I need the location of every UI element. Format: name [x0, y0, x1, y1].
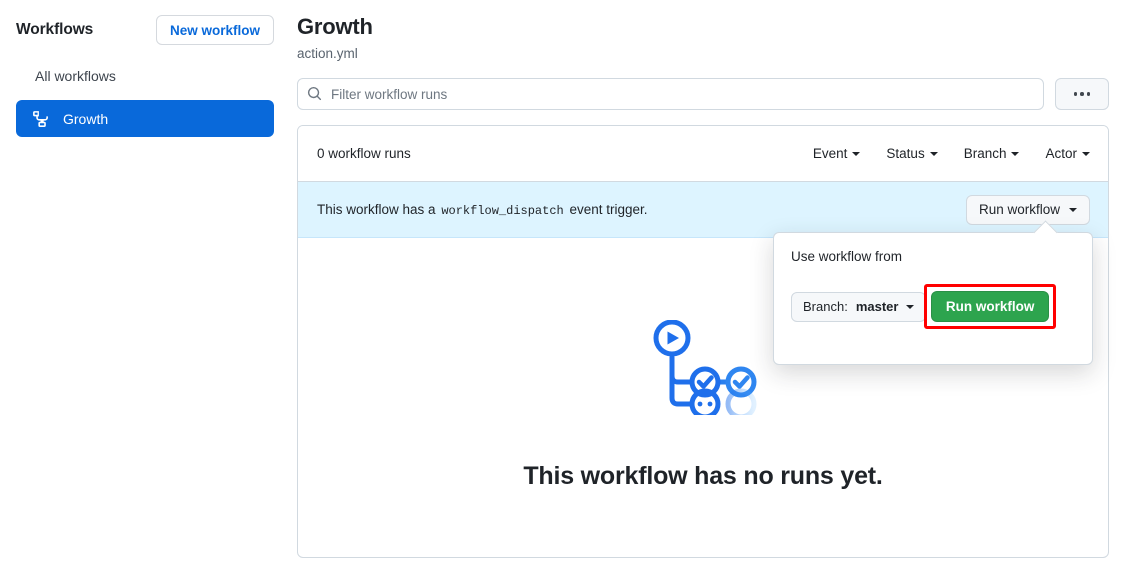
more-options-button[interactable] — [1055, 78, 1109, 110]
sidebar-item-growth[interactable]: Growth — [16, 100, 274, 137]
sidebar-item-all-workflows[interactable]: All workflows — [16, 59, 274, 92]
page-title: Growth — [297, 14, 373, 39]
chevron-down-icon — [1011, 151, 1020, 156]
workflows-sidebar: Workflows New workflow All workflows Gro… — [0, 0, 290, 581]
filter-branch-label: Branch — [963, 146, 1007, 161]
chevron-down-icon — [1082, 151, 1090, 156]
filter-status[interactable]: Status — [886, 146, 938, 161]
chevron-down-icon — [1069, 207, 1077, 212]
run-workflow-submit-highlight: Run workflow — [923, 284, 1056, 329]
workflow-runs-illustration-icon — [648, 319, 758, 420]
sidebar-item-label: Growth — [63, 110, 109, 127]
filter-status-label: Status — [886, 146, 925, 161]
runs-filter-group: Event Status Branch Actor — [813, 146, 1090, 161]
dispatch-text-after: event trigger. — [569, 201, 648, 217]
kebab-dot-icon — [1080, 92, 1084, 96]
workflow-runs-count: 0 workflow runs — [317, 146, 411, 161]
sidebar-header: Workflows New workflow — [16, 14, 274, 46]
filter-row — [297, 78, 1109, 110]
kebab-dot-icon — [1073, 92, 1078, 96]
filter-actor[interactable]: Actor — [1045, 146, 1090, 161]
filter-event[interactable]: Event — [813, 146, 861, 161]
search-box — [297, 78, 1044, 110]
workflow-dispatch-banner: This workflow has a workflow_dispatch ev… — [298, 182, 1108, 238]
dispatch-banner-text: This workflow has a workflow_dispatch ev… — [317, 202, 648, 218]
dispatch-event-code: workflow_dispatch — [441, 203, 564, 218]
workflow-runs-page: Workflows New workflow All workflows Gro… — [0, 0, 1127, 581]
filter-branch[interactable]: Branch — [964, 146, 1020, 161]
workflow-file-name: action.yml — [297, 46, 358, 61]
dispatch-text-before: This workflow has a — [317, 201, 436, 217]
run-workflow-dropdown-label: Run workflow — [978, 202, 1060, 217]
filter-actor-label: Actor — [1045, 146, 1077, 161]
branch-selector-prefix: Branch: — [803, 299, 848, 314]
workflow-icon — [32, 110, 49, 127]
run-workflow-submit-button[interactable]: Run workflow — [930, 291, 1050, 322]
runs-header: 0 workflow runs Event Status Branch Acto… — [298, 126, 1108, 182]
empty-state-title: This workflow has no runs yet. — [523, 462, 883, 490]
sidebar-title: Workflows — [16, 21, 94, 38]
chevron-down-icon — [929, 151, 938, 156]
use-workflow-from-label: Use workflow from — [791, 249, 903, 264]
kebab-dot-icon — [1086, 92, 1091, 96]
new-workflow-button[interactable]: New workflow — [155, 15, 274, 45]
branch-selector-value: master — [855, 299, 899, 314]
chevron-down-icon — [906, 304, 915, 309]
filter-event-label: Event — [812, 146, 848, 161]
run-workflow-dropdown-button[interactable]: Run workflow — [965, 194, 1090, 225]
search-input[interactable] — [297, 78, 1044, 110]
chevron-down-icon — [852, 151, 861, 156]
sidebar-item-label: All workflows — [35, 67, 116, 84]
branch-selector-button[interactable]: Branch: master — [791, 291, 927, 322]
sidebar-nav-list: All workflows Growth — [16, 59, 274, 137]
run-workflow-popup: Use workflow from Branch: master Run wor… — [773, 232, 1093, 365]
